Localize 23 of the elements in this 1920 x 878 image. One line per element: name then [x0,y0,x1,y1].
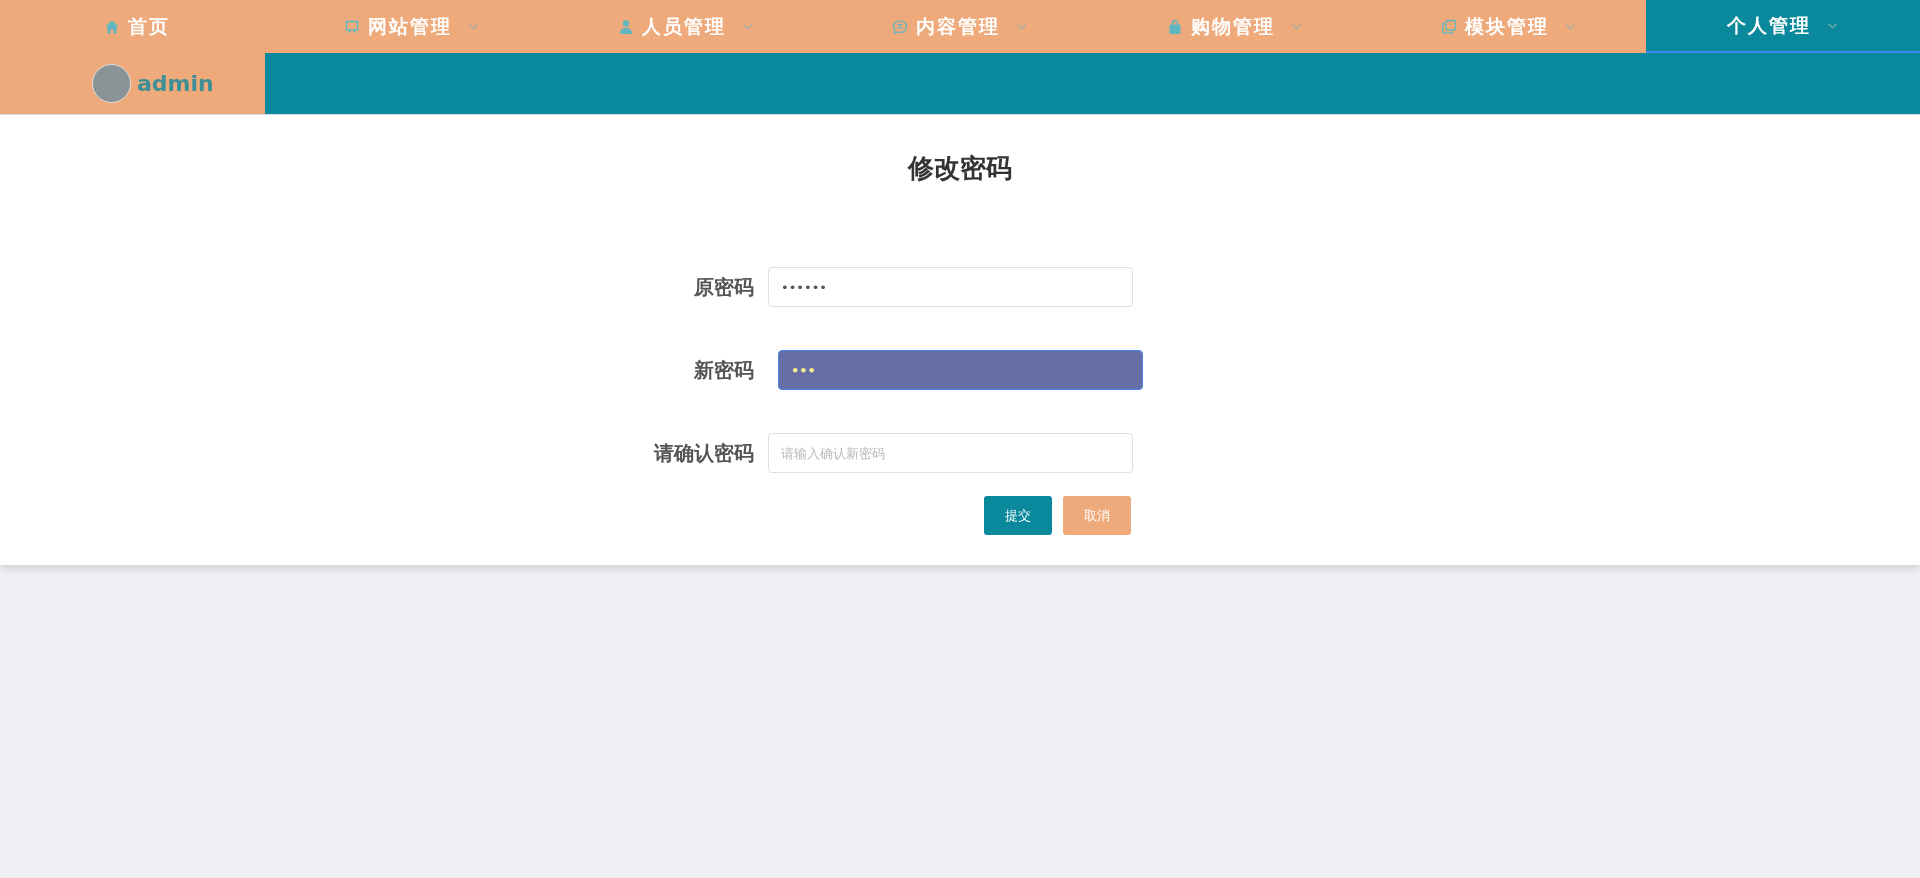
username: admin [137,71,214,96]
form-title: 修改密码 [906,152,1013,185]
nav-tab[interactable]: 网站管理 [274,0,549,53]
field-label: 请确认密码 [652,439,755,467]
copy-icon [1441,18,1458,35]
monitor-icon [343,18,360,35]
field-label: 原密码 [693,273,755,301]
nav-tab[interactable]: 个人管理 [1645,0,1920,53]
cancel-button[interactable]: 取消 [1063,496,1131,535]
field-label: 新密码 [693,356,755,384]
password-field[interactable]: 请输入确认新密码 [768,433,1133,473]
avatar [92,64,131,103]
chat-icon [892,18,909,35]
nav-tab[interactable]: 内容管理 [822,0,1098,53]
home-icon [104,18,121,35]
nav-tab[interactable]: 购物管理 [1097,0,1372,53]
nav-tab[interactable]: 人员管理 [548,0,823,53]
user-icon [618,18,635,35]
password-field[interactable]: ••• [778,350,1143,390]
nav-tab[interactable]: 模块管理 [1371,0,1646,53]
nav-tab[interactable]: 首页 [0,0,275,53]
submit-button[interactable]: 提交 [984,496,1052,535]
password-field[interactable]: •••••• [768,267,1133,307]
